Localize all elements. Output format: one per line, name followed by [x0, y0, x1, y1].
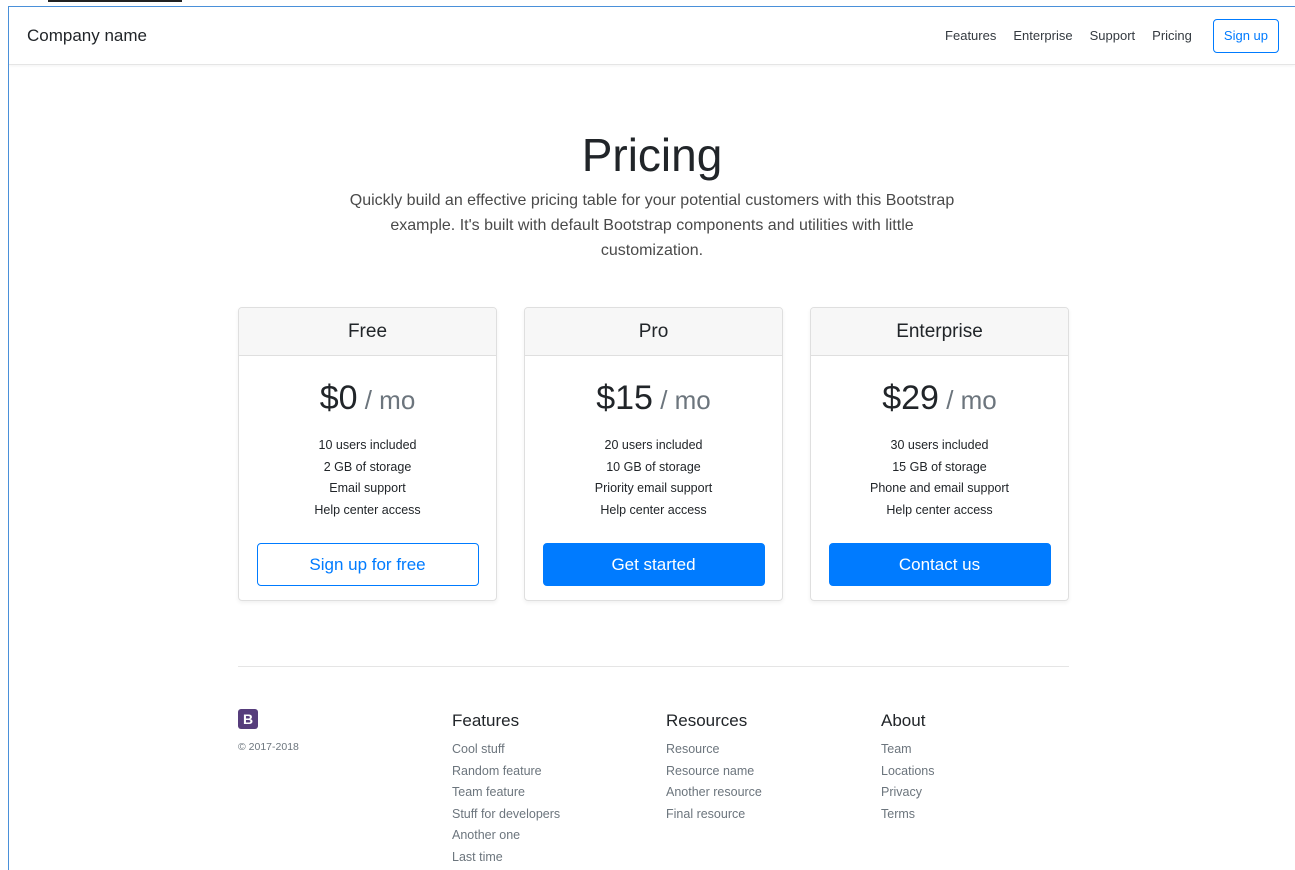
feature-item: 2 GB of storage — [323, 459, 412, 474]
feature-item: 20 users included — [604, 438, 703, 453]
get-started-button[interactable]: Get started — [542, 543, 765, 587]
footer-column-title: Resources — [666, 711, 748, 730]
pricing-card-pro: Pro $15 / mo 20 users included 10 GB of … — [524, 307, 783, 601]
price-period: / mo — [357, 385, 416, 415]
footer-divider — [238, 666, 1069, 667]
nav-link-enterprise[interactable]: Enterprise — [1013, 28, 1072, 43]
nav-links: Features Enterprise Support Pricing — [945, 28, 1192, 43]
feature-list: 10 users included 2 GB of storage Email … — [239, 435, 496, 521]
page-title: Pricing — [581, 129, 723, 181]
browser-viewport: Company name Features Enterprise Support… — [8, 6, 1295, 870]
price-period: / mo — [938, 385, 997, 415]
bootstrap-logo-icon: B — [238, 709, 258, 729]
plan-price: $0 / mo — [239, 379, 496, 417]
footer-link-list: Team Locations Privacy Terms — [881, 739, 935, 825]
feature-item: Help center access — [314, 502, 421, 517]
price-amount: $0 — [319, 379, 358, 417]
feature-item: Priority email support — [594, 481, 713, 496]
footer-link[interactable]: Stuff for developers — [452, 804, 560, 826]
window-tab-edge — [48, 0, 182, 2]
nav-link-pricing[interactable]: Pricing — [1152, 28, 1192, 43]
footer-link-list: Resource Resource name Another resource … — [666, 739, 762, 825]
card-body: $0 / mo 10 users included 2 GB of storag… — [239, 356, 496, 587]
plan-price: $15 / mo — [525, 379, 782, 417]
brand-name[interactable]: Company name — [27, 26, 945, 46]
signup-button[interactable]: Sign up — [1212, 18, 1279, 53]
footer-link-list: Cool stuff Random feature Team feature S… — [452, 739, 560, 869]
signup-free-button[interactable]: Sign up for free — [256, 543, 479, 587]
plan-name: Free — [239, 308, 496, 356]
footer-link[interactable]: Final resource — [666, 804, 762, 826]
footer-link[interactable]: Another resource — [666, 782, 762, 804]
price-period: / mo — [652, 385, 711, 415]
feature-item: Help center access — [886, 502, 993, 517]
footer-link[interactable]: Last time — [452, 847, 560, 869]
footer-link[interactable]: Terms — [881, 804, 935, 826]
pricing-card-deck: Free $0 / mo 10 users included 2 GB of s… — [238, 307, 1069, 601]
feature-item: 10 GB of storage — [606, 459, 701, 474]
feature-item: 30 users included — [890, 438, 989, 453]
footer-link[interactable]: Cool stuff — [452, 739, 560, 761]
footer-column-title: Features — [452, 711, 520, 730]
feature-list: 30 users included 15 GB of storage Phone… — [811, 435, 1068, 521]
feature-list: 20 users included 10 GB of storage Prior… — [525, 435, 782, 521]
contact-us-button[interactable]: Contact us — [828, 543, 1051, 587]
footer-link[interactable]: Another one — [452, 825, 560, 847]
footer-link[interactable]: Team — [881, 739, 935, 761]
footer: B © 2017-2018 Features Cool stuff Random… — [238, 709, 1069, 869]
copyright-text: © 2017-2018 — [238, 741, 299, 753]
feature-item: Email support — [329, 481, 406, 496]
navbar: Company name Features Enterprise Support… — [9, 7, 1295, 65]
feature-item: 10 users included — [318, 438, 417, 453]
feature-item: 15 GB of storage — [892, 459, 987, 474]
footer-column-about: About Team Locations Privacy Terms — [881, 711, 935, 825]
price-amount: $29 — [882, 379, 939, 417]
pricing-card-free: Free $0 / mo 10 users included 2 GB of s… — [238, 307, 497, 601]
feature-item: Phone and email support — [870, 481, 1009, 496]
plan-price: $29 / mo — [811, 379, 1068, 417]
footer-link[interactable]: Resource name — [666, 761, 762, 783]
plan-name: Enterprise — [811, 308, 1068, 356]
plan-name: Pro — [525, 308, 782, 356]
footer-column-features: Features Cool stuff Random feature Team … — [452, 711, 560, 869]
pricing-header: Pricing Quickly build an effective prici… — [9, 128, 1295, 264]
pricing-card-enterprise: Enterprise $29 / mo 30 users included 15… — [810, 307, 1069, 601]
footer-link[interactable]: Locations — [881, 761, 935, 783]
card-body: $15 / mo 20 users included 10 GB of stor… — [525, 356, 782, 587]
footer-link[interactable]: Team feature — [452, 782, 560, 804]
footer-column-resources: Resources Resource Resource name Another… — [666, 711, 762, 825]
footer-link[interactable]: Resource — [666, 739, 762, 761]
price-amount: $15 — [596, 379, 653, 417]
page-lead: Quickly build an effective pricing table… — [349, 192, 955, 259]
footer-column-title: About — [881, 711, 926, 730]
card-body: $29 / mo 30 users included 15 GB of stor… — [811, 356, 1068, 587]
footer-link[interactable]: Random feature — [452, 761, 560, 783]
nav-link-support[interactable]: Support — [1090, 28, 1136, 43]
footer-link[interactable]: Privacy — [881, 782, 935, 804]
feature-item: Help center access — [600, 502, 707, 517]
nav-link-features[interactable]: Features — [945, 28, 996, 43]
